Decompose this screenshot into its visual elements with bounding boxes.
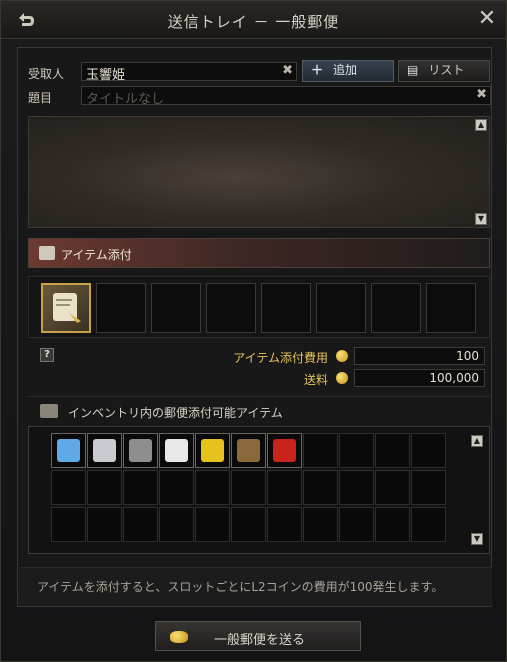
inventory-cell[interactable]	[411, 470, 446, 505]
attach-cost-value: 100	[354, 347, 485, 365]
list-button[interactable]: ▤ リスト	[398, 60, 490, 82]
inventory-cell[interactable]	[303, 470, 338, 505]
list-button-label: リスト	[428, 63, 465, 77]
inventory-cell[interactable]	[231, 470, 266, 505]
inventory-cell[interactable]	[87, 470, 122, 505]
inventory-cell[interactable]	[87, 507, 122, 542]
recipient-value: 玉響姫	[86, 68, 126, 83]
inventory-cell[interactable]	[123, 470, 158, 505]
inventory-scroll-up-icon[interactable]: ▲	[471, 435, 483, 447]
close-icon[interactable]: ✕	[476, 7, 498, 31]
inventory-item-2[interactable]	[87, 433, 122, 468]
inventory-cell[interactable]	[267, 470, 302, 505]
yellow-cloth-icon	[201, 439, 224, 462]
inventory-cell[interactable]	[51, 507, 86, 542]
hammer-icon	[129, 439, 152, 462]
inventory-cell[interactable]	[375, 470, 410, 505]
help-icon[interactable]: ?	[40, 348, 54, 362]
title-bar: 送信トレイ － 一般郵便 ✕	[1, 1, 506, 39]
send-mail-button[interactable]: 一般郵便を送る	[155, 621, 361, 651]
inventory-cell[interactable]	[411, 507, 446, 542]
red-potion-icon	[273, 439, 296, 462]
inventory-cell[interactable]	[123, 507, 158, 542]
l2-coin-icon	[336, 350, 348, 362]
postage-value: 100,000	[354, 369, 485, 387]
scroll-item-icon	[53, 293, 81, 323]
add-button[interactable]: ＋ 追加	[302, 60, 394, 82]
coin-stack-icon	[170, 631, 188, 643]
cloak-icon	[165, 439, 188, 462]
attachment-slot-4[interactable]	[206, 283, 256, 333]
inventory-item-7[interactable]	[267, 433, 302, 468]
inventory-section-title: インベントリ内の郵便添付可能アイテム	[68, 406, 283, 420]
inventory-cell[interactable]	[375, 507, 410, 542]
recipient-label: 受取人	[28, 67, 65, 81]
inventory-section-header: インベントリ内の郵便添付可能アイテム	[28, 396, 490, 424]
armor-piece-icon	[93, 439, 116, 462]
inventory-item-4[interactable]	[159, 433, 194, 468]
adena-coins-icon	[336, 372, 348, 384]
notice-text: アイテムを添付すると、スロットごとにL2コインの費用が100発生します。	[19, 567, 492, 605]
attachment-slots	[28, 276, 490, 338]
plus-icon: ＋	[311, 63, 324, 77]
subject-input[interactable]: タイトルなし ✖	[81, 86, 491, 107]
inventory-item-5[interactable]	[195, 433, 230, 468]
attach-section-title: アイテム添付	[61, 248, 132, 262]
inventory-cell[interactable]	[339, 470, 374, 505]
inventory-cell[interactable]	[195, 507, 230, 542]
inventory-item-3[interactable]	[123, 433, 158, 468]
send-mail-label: 一般郵便を送る	[214, 633, 306, 648]
inventory-cell[interactable]	[159, 507, 194, 542]
attachment-slot-3[interactable]	[151, 283, 201, 333]
inventory-cell[interactable]	[231, 507, 266, 542]
postage-label: 送料	[303, 373, 328, 387]
attachment-slot-1[interactable]	[41, 283, 91, 333]
subject-label: 題目	[28, 91, 53, 105]
subject-placeholder: タイトルなし	[86, 92, 165, 107]
inventory-item-6[interactable]	[231, 433, 266, 468]
inventory-panel: ▲ ▼	[28, 426, 490, 554]
inventory-scroll-down-icon[interactable]: ▼	[471, 533, 483, 545]
inventory-cell[interactable]	[303, 507, 338, 542]
message-body[interactable]: ▲ ▼	[28, 116, 490, 228]
inventory-item-1[interactable]	[51, 433, 86, 468]
mail-window: 送信トレイ － 一般郵便 ✕ 受取人 玉響姫 ✖ ＋ 追加 ▤ リスト 題目 タイト…	[0, 0, 507, 662]
envelope-icon	[39, 246, 55, 260]
add-button-label: 追加	[333, 63, 358, 77]
inventory-cell[interactable]	[411, 433, 446, 468]
inventory-cell[interactable]	[339, 433, 374, 468]
attachment-slot-5[interactable]	[261, 283, 311, 333]
inventory-cell[interactable]	[267, 507, 302, 542]
recipient-input[interactable]: 玉響姫 ✖	[81, 62, 297, 83]
inventory-cell[interactable]	[339, 507, 374, 542]
attachment-slot-6[interactable]	[316, 283, 366, 333]
attach-section-header: アイテム添付	[28, 238, 490, 268]
inventory-cell[interactable]	[159, 470, 194, 505]
clear-recipient-icon[interactable]: ✖	[282, 63, 293, 78]
attach-cost-label: アイテム添付費用	[233, 351, 328, 365]
scroll-up-icon[interactable]: ▲	[475, 119, 487, 131]
attachment-slot-8[interactable]	[426, 283, 476, 333]
inventory-cell[interactable]	[195, 470, 230, 505]
list-icon: ▤	[407, 63, 419, 77]
window-title: 送信トレイ － 一般郵便	[167, 13, 340, 31]
inventory-cell[interactable]	[375, 433, 410, 468]
inventory-bag-icon	[40, 404, 58, 418]
magic-staff-icon	[57, 439, 80, 462]
mail-form: 受取人 玉響姫 ✖ ＋ 追加 ▤ リスト 題目 タイトルなし ✖ ▲ ▼ アイテム添…	[17, 47, 492, 607]
branch-icon	[237, 439, 260, 462]
attachment-slot-7[interactable]	[371, 283, 421, 333]
clear-subject-icon[interactable]: ✖	[476, 87, 487, 102]
scroll-down-icon[interactable]: ▼	[475, 213, 487, 225]
inventory-cell[interactable]	[303, 433, 338, 468]
inventory-cell[interactable]	[51, 470, 86, 505]
attachment-slot-2[interactable]	[96, 283, 146, 333]
